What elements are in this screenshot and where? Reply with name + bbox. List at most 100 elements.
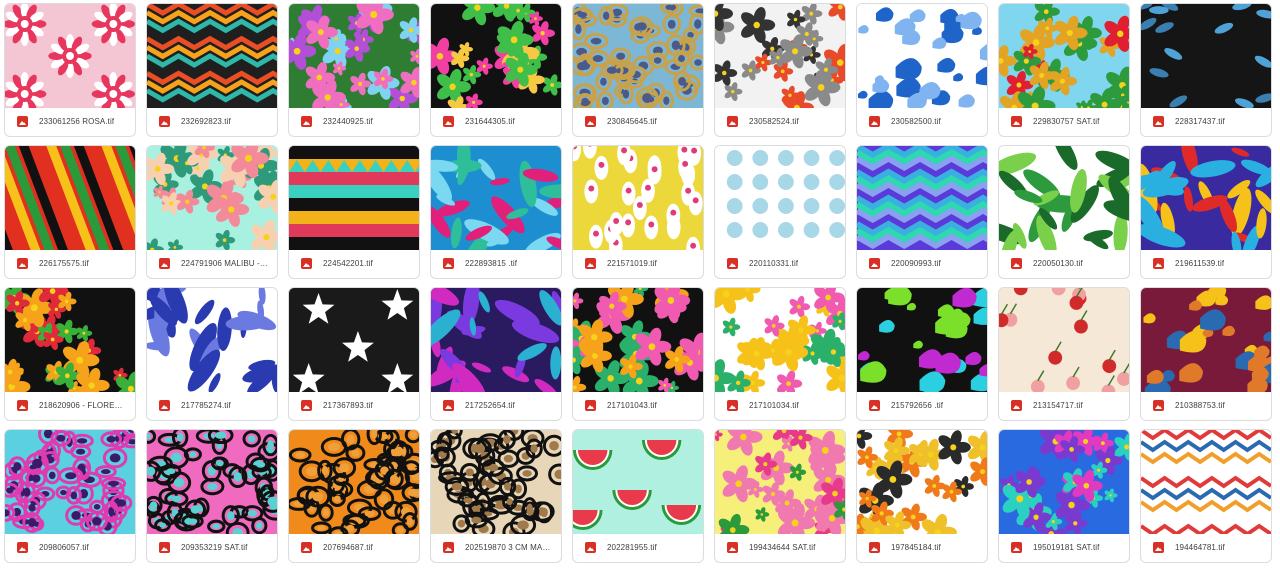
image-file-icon	[17, 115, 28, 127]
file-card[interactable]: 229830757 SAT.tif	[998, 3, 1130, 137]
thumbnail-image	[5, 288, 135, 392]
image-file-icon	[443, 399, 454, 411]
thumbnail-image	[573, 4, 703, 108]
file-name: 224791906 MALIBU -58...	[181, 258, 269, 268]
image-file-icon	[17, 399, 28, 411]
thumbnail-image	[1141, 288, 1271, 392]
file-name: 217252654.tif	[465, 400, 515, 410]
file-caption: 213154717.tif	[999, 390, 1129, 420]
file-caption: 202519870 3 CM MANC...	[431, 532, 561, 562]
file-card[interactable]: 218620906 - FLORES FD...	[4, 287, 136, 421]
file-caption: 199434644 SAT.tif	[715, 532, 845, 562]
file-name: 221571019.tif	[607, 258, 657, 268]
thumbnail-image	[715, 146, 845, 250]
file-name: 233061256 ROSA.tif	[39, 116, 115, 126]
file-card[interactable]: 226175575.tif	[4, 145, 136, 279]
image-file-icon	[1153, 115, 1164, 127]
image-file-icon	[1011, 257, 1022, 269]
file-caption: 195019181 SAT.tif	[999, 532, 1129, 562]
file-card[interactable]: 213154717.tif	[998, 287, 1130, 421]
file-card[interactable]: 217101043.tif	[572, 287, 704, 421]
file-name: 217367893.tif	[323, 400, 373, 410]
file-name: 194464781.tif	[1175, 542, 1225, 552]
file-caption: 220090993.tif	[857, 248, 987, 278]
image-file-icon	[159, 399, 170, 411]
file-card[interactable]: 195019181 SAT.tif	[998, 429, 1130, 563]
file-name: 228317437.tif	[1175, 116, 1225, 126]
file-card[interactable]: 217252654.tif	[430, 287, 562, 421]
file-card[interactable]: 210388753.tif	[1140, 287, 1272, 421]
thumbnail-image	[289, 288, 419, 392]
file-card[interactable]: 220110331.tif	[714, 145, 846, 279]
thumbnail-image	[289, 430, 419, 534]
file-caption: 224791906 MALIBU -58...	[147, 248, 277, 278]
file-card[interactable]: 221571019.tif	[572, 145, 704, 279]
file-card[interactable]: 197845184.tif	[856, 429, 988, 563]
file-card[interactable]: 228317437.tif	[1140, 3, 1272, 137]
thumbnail-image	[5, 430, 135, 534]
thumbnail-image	[147, 4, 277, 108]
file-card[interactable]: 202281955.tif	[572, 429, 704, 563]
thumbnail-image	[289, 4, 419, 108]
file-card[interactable]: 207694687.tif	[288, 429, 420, 563]
thumbnail-image	[857, 430, 987, 534]
file-thumbnail	[147, 288, 277, 392]
file-card[interactable]: 230582524.tif	[714, 3, 846, 137]
file-name: 229830757 SAT.tif	[1033, 116, 1100, 126]
file-card[interactable]: 217785274.tif	[146, 287, 278, 421]
file-thumbnail	[289, 146, 419, 250]
image-file-icon	[1011, 115, 1022, 127]
file-name: 224542201.tif	[323, 258, 373, 268]
file-card[interactable]: 232692823.tif	[146, 3, 278, 137]
file-card[interactable]: 220090993.tif	[856, 145, 988, 279]
file-caption: 230582524.tif	[715, 106, 845, 136]
file-name: 217785274.tif	[181, 400, 231, 410]
file-card[interactable]: 230582500.tif	[856, 3, 988, 137]
file-card[interactable]: 224542201.tif	[288, 145, 420, 279]
file-name: 220090993.tif	[891, 258, 941, 268]
file-thumbnail	[431, 4, 561, 108]
file-card[interactable]: 232440925.tif	[288, 3, 420, 137]
file-card[interactable]: 220050130.tif	[998, 145, 1130, 279]
file-card[interactable]: 230845645.tif	[572, 3, 704, 137]
file-card[interactable]: 219611539.tif	[1140, 145, 1272, 279]
file-card[interactable]: 217101034.tif	[714, 287, 846, 421]
file-name: 230582524.tif	[749, 116, 799, 126]
file-caption: 215792656 .tif	[857, 390, 987, 420]
thumbnail-image	[431, 430, 561, 534]
thumbnail-image	[147, 146, 277, 250]
thumbnail-image	[431, 288, 561, 392]
file-card[interactable]: 199434644 SAT.tif	[714, 429, 846, 563]
file-name: 210388753.tif	[1175, 400, 1225, 410]
file-thumbnail	[289, 288, 419, 392]
file-caption: 217785274.tif	[147, 390, 277, 420]
file-name: 230845645.tif	[607, 116, 657, 126]
file-thumbnail	[5, 430, 135, 534]
file-card[interactable]: 209353219 SAT.tif	[146, 429, 278, 563]
file-card[interactable]: 231644305.tif	[430, 3, 562, 137]
image-file-icon	[1153, 399, 1164, 411]
file-thumbnail	[5, 288, 135, 392]
file-thumbnail	[573, 4, 703, 108]
thumbnail-image	[999, 146, 1129, 250]
file-card[interactable]: 233061256 ROSA.tif	[4, 3, 136, 137]
image-file-icon	[727, 399, 738, 411]
file-thumbnail	[715, 288, 845, 392]
file-card[interactable]: 224791906 MALIBU -58...	[146, 145, 278, 279]
image-file-icon	[159, 541, 170, 553]
thumbnail-image	[715, 430, 845, 534]
thumbnail-image	[5, 146, 135, 250]
file-card[interactable]: 194464781.tif	[1140, 429, 1272, 563]
file-card[interactable]: 202519870 3 CM MANC...	[430, 429, 562, 563]
file-caption: 219611539.tif	[1141, 248, 1271, 278]
file-caption: 222893815 .tif	[431, 248, 561, 278]
file-card[interactable]: 222893815 .tif	[430, 145, 562, 279]
image-file-icon	[443, 541, 454, 553]
file-card[interactable]: 215792656 .tif	[856, 287, 988, 421]
file-thumbnail	[999, 146, 1129, 250]
file-caption: 233061256 ROSA.tif	[5, 106, 135, 136]
file-card[interactable]: 217367893.tif	[288, 287, 420, 421]
file-name: 232440925.tif	[323, 116, 373, 126]
thumbnail-image	[1141, 4, 1271, 108]
file-card[interactable]: 209806057.tif	[4, 429, 136, 563]
